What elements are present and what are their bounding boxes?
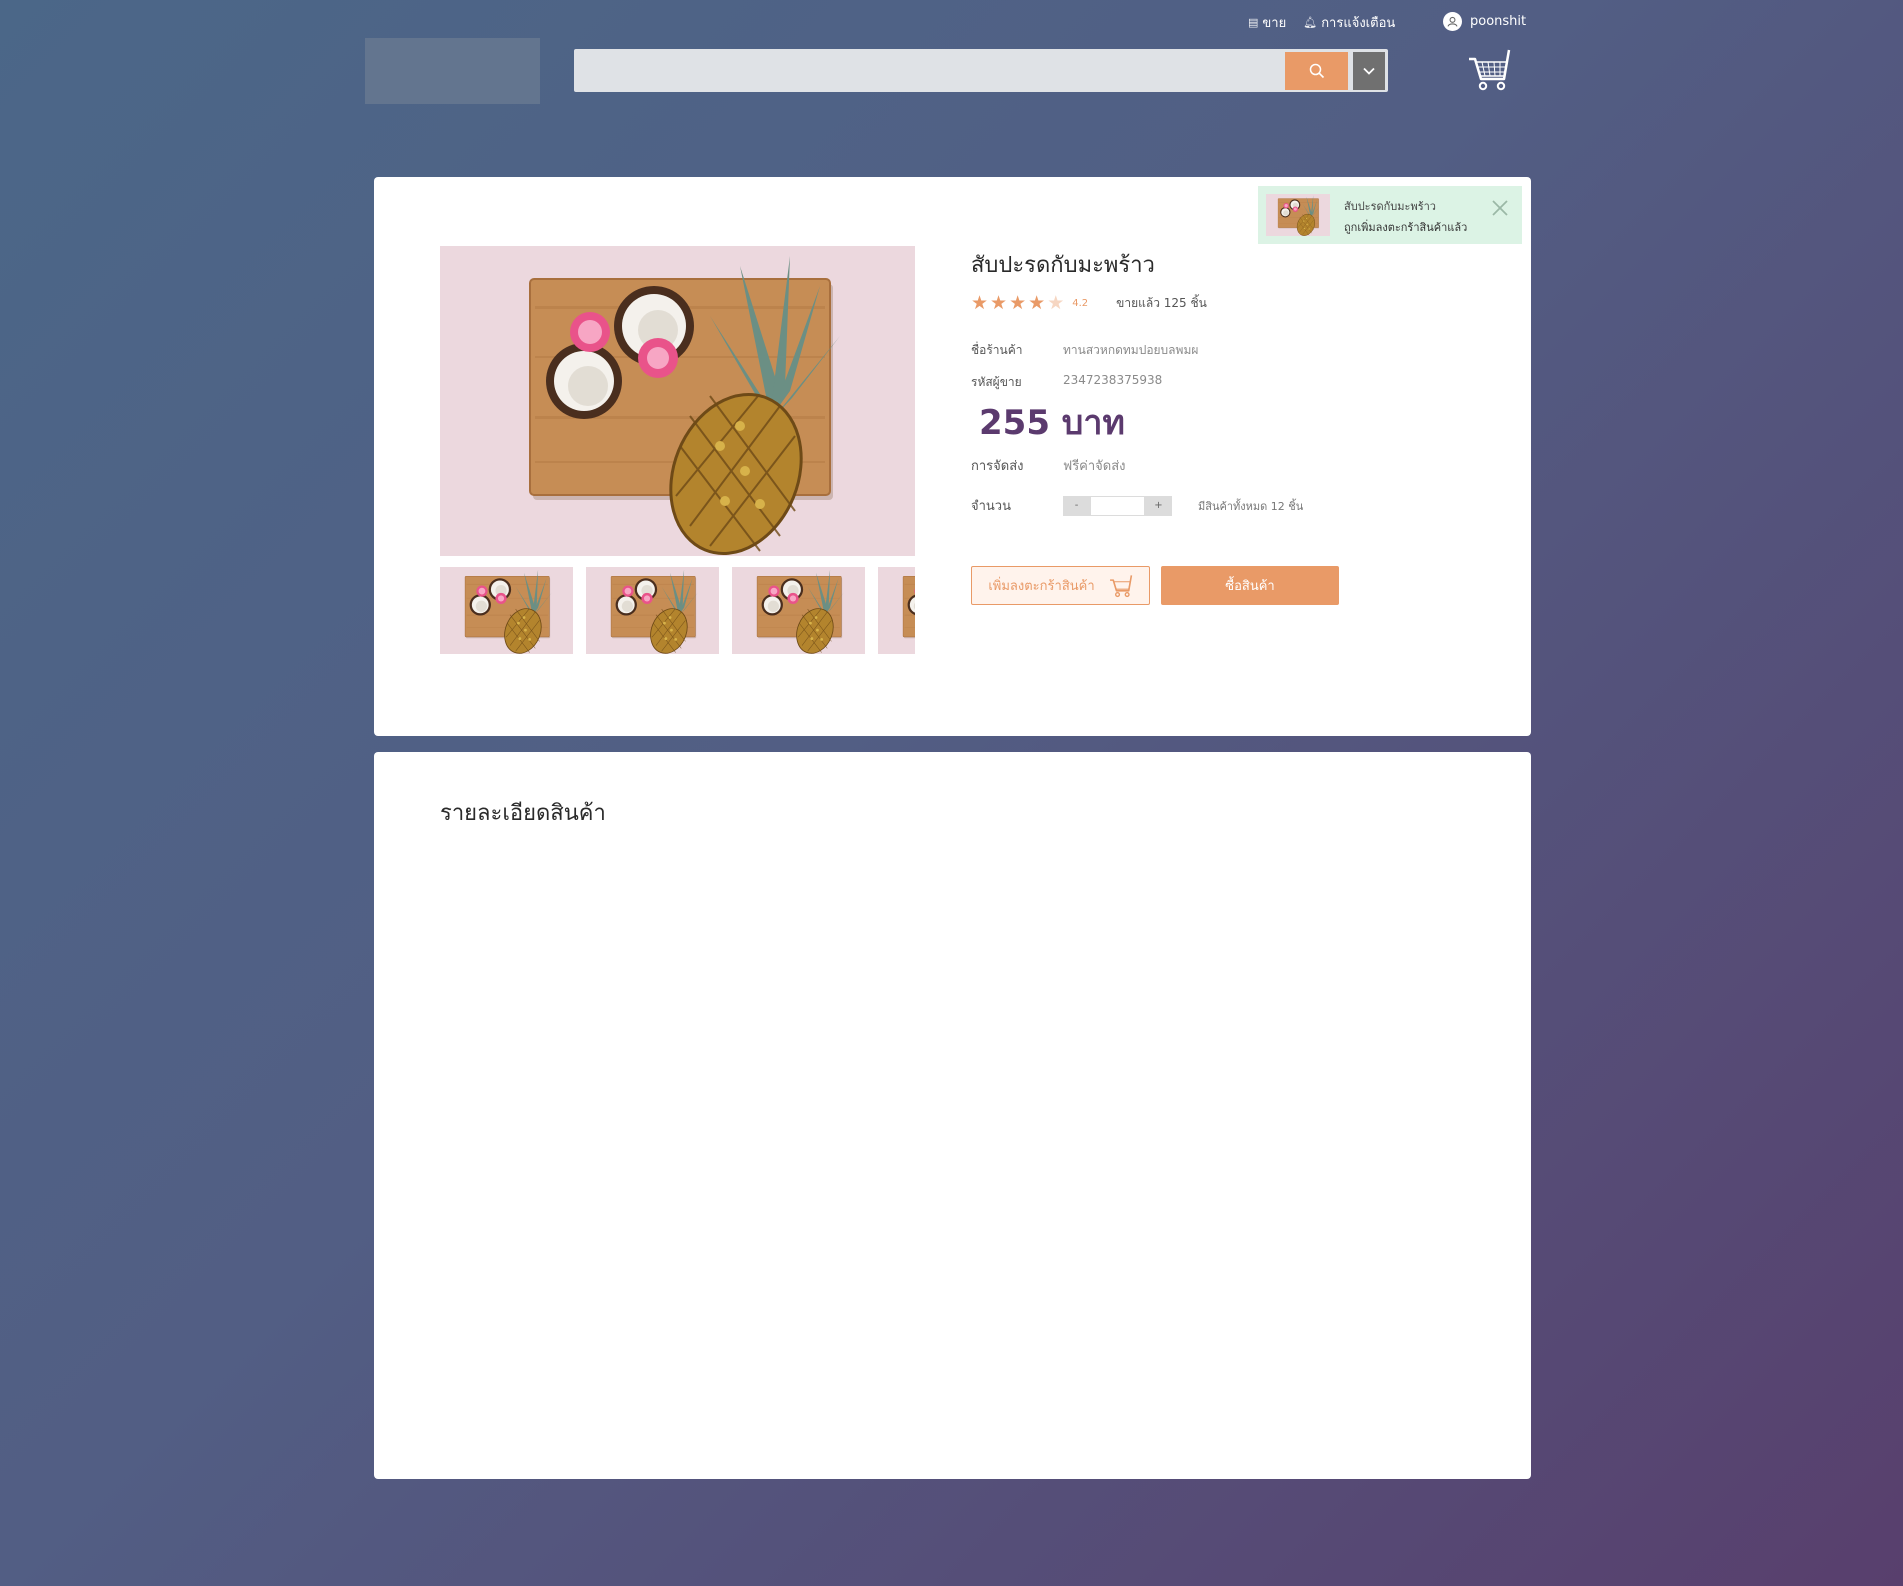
- product-title: สับปะรดกับมะพร้าว: [971, 253, 1155, 278]
- sell-link[interactable]: ▤ ขาย: [1248, 12, 1286, 33]
- quantity-decrement-button[interactable]: -: [1063, 495, 1090, 516]
- rating-value: 4.2: [1072, 298, 1089, 309]
- product-details-card: รายละเอียดสินค้า: [374, 752, 1531, 1479]
- top-links: ▤ ขาย 🔔︎ การแจ้งเตือน: [1248, 12, 1395, 33]
- add-to-cart-label: เพิ่มลงตะกร้าสินค้า: [988, 579, 1095, 594]
- logo[interactable]: [365, 38, 540, 104]
- search-bar: [574, 49, 1388, 92]
- added-to-cart-toast: สับปะรดกับมะพร้าว ถูกเพิ่มลงตะกร้าสินค้า…: [1258, 186, 1522, 244]
- sell-link-label: ขาย: [1262, 16, 1287, 31]
- thumbnail-4[interactable]: [878, 567, 915, 654]
- username: poonshit: [1470, 14, 1527, 29]
- seller-id: 2347238375938: [1063, 373, 1163, 387]
- seller-id-row: รหัสผู้ขาย 2347238375938: [971, 373, 1162, 392]
- chevron-down-icon: [1363, 67, 1375, 75]
- cart-button[interactable]: [1467, 48, 1512, 92]
- star-icon: ★: [1028, 292, 1046, 314]
- user-menu[interactable]: poonshit: [1443, 12, 1526, 31]
- notifications-link-label: การแจ้งเตือน: [1321, 16, 1396, 31]
- product-rating: ★ ★ ★ ★ ★ 4.2 ขายแล้ว 125 ชิ้น: [971, 294, 1207, 313]
- search-input[interactable]: [574, 49, 1284, 92]
- cart-icon: [1109, 574, 1132, 597]
- thumbnail-3[interactable]: [732, 567, 865, 654]
- thumbnail-1[interactable]: [440, 567, 573, 654]
- star-icon: ★: [1009, 292, 1027, 314]
- star-icon: ★: [990, 292, 1008, 314]
- buy-now-label: ซื้อสินค้า: [1225, 579, 1275, 594]
- search-icon: [1309, 63, 1324, 79]
- buy-now-button[interactable]: ซื้อสินค้า: [1161, 566, 1339, 605]
- shipping-row: การจัดส่ง ฟรีค่าจัดส่ง: [971, 455, 1126, 476]
- product-details-title: รายละเอียดสินค้า: [440, 801, 606, 826]
- toast-product-name: สับปะรดกับมะพร้าว: [1344, 200, 1436, 213]
- product-main-image[interactable]: [440, 246, 915, 556]
- quantity-input[interactable]: [1090, 495, 1145, 516]
- stock-text: มีสินค้าทั้งหมด 12 ชิ้น: [1198, 499, 1304, 513]
- star-icon: ★: [971, 292, 989, 314]
- search-button[interactable]: [1285, 52, 1348, 90]
- close-icon: [1492, 200, 1508, 216]
- quantity-label: จำนวน: [971, 499, 1011, 514]
- shop-name: ทานสวหกดทมปอยบลพมผ: [1063, 343, 1199, 357]
- shipping-label: การจัดส่ง: [971, 459, 1024, 474]
- search-dropdown-button[interactable]: [1353, 52, 1385, 90]
- toast-message: ถูกเพิ่มลงตะกร้าสินค้าแล้ว: [1344, 221, 1468, 234]
- toast-product-image: [1266, 194, 1330, 236]
- quantity-row: จำนวน - + มีสินค้าทั้งหมด 12 ชิ้น: [971, 495, 1303, 516]
- star-icon: ★: [1047, 292, 1065, 314]
- shop-row: ชื่อร้านค้า ทานสวหกดทมปอยบลพมผ: [971, 341, 1198, 360]
- seller-id-label: รหัสผู้ขาย: [971, 375, 1022, 389]
- toast-close-button[interactable]: [1490, 198, 1510, 218]
- quantity-increment-button[interactable]: +: [1145, 495, 1172, 516]
- shipping-value: ฟรีค่าจัดส่ง: [1063, 459, 1126, 474]
- thumbnail-2[interactable]: [586, 567, 719, 654]
- thumbnail-strip: [440, 567, 915, 654]
- add-to-cart-button[interactable]: เพิ่มลงตะกร้าสินค้า: [971, 566, 1150, 605]
- shop-label: ชื่อร้านค้า: [971, 343, 1023, 357]
- product-price: 255 บาท: [979, 403, 1125, 443]
- bell-icon: 🔔︎: [1303, 16, 1318, 29]
- user-icon: [1443, 12, 1462, 31]
- sold-count: ขายแล้ว 125 ชิ้น: [1116, 296, 1207, 310]
- notifications-link[interactable]: 🔔︎ การแจ้งเตือน: [1303, 12, 1395, 33]
- cart-icon: [1469, 49, 1511, 91]
- product-card: สับปะรดกับมะพร้าว ★ ★ ★ ★ ★ 4.2 ขายแล้ว …: [374, 177, 1531, 736]
- store-icon: ▤: [1248, 16, 1259, 29]
